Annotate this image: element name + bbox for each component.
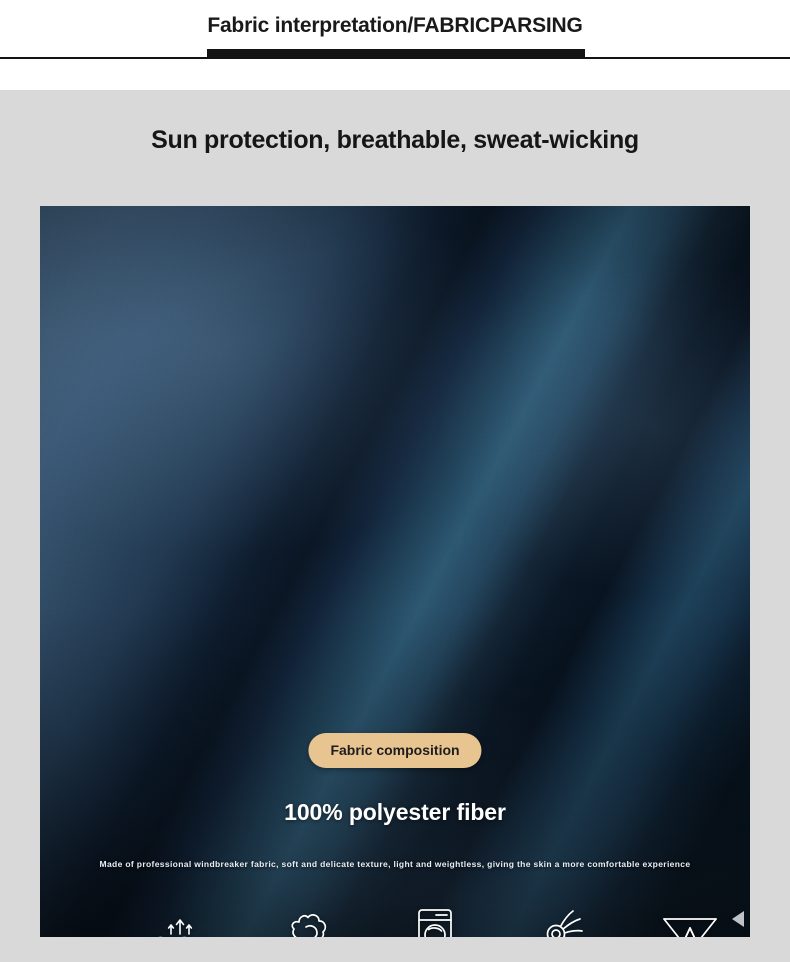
feature-list: Breathability Softness (120, 904, 750, 937)
header-divider-rule (0, 57, 790, 59)
feature-item-comfort: Comfort (503, 904, 623, 937)
feature-item-washability: Washability (375, 904, 495, 937)
feature-item-breathability: Breathability (120, 910, 240, 937)
feature-item-softness: Softness (248, 904, 368, 937)
shape-retention-diamond-icon (661, 904, 719, 937)
comfort-ok-hand-icon (540, 904, 586, 937)
content-area: Sun protection, breathable, sweat-wickin… (0, 90, 790, 962)
prev-arrow-icon[interactable] (732, 911, 744, 927)
photo-overlay: Fabric composition 100% polyester fiber … (40, 206, 750, 937)
page-header: Fabric interpretation/FABRICPARSING (0, 0, 790, 90)
section-heading: Sun protection, breathable, sweat-wickin… (151, 126, 639, 154)
page-title: Fabric interpretation/FABRICPARSING (207, 14, 583, 37)
fabric-composition-value: 100% polyester fiber (284, 799, 506, 825)
fabric-composition-badge: Fabric composition (308, 733, 482, 768)
fabric-description-text: Made of professional windbreaker fabric,… (99, 859, 691, 869)
fabric-photo: Fabric composition 100% polyester fiber … (40, 206, 750, 937)
washability-machine-icon (414, 904, 456, 937)
softness-cotton-icon (282, 904, 334, 937)
breathability-icon (151, 910, 209, 937)
